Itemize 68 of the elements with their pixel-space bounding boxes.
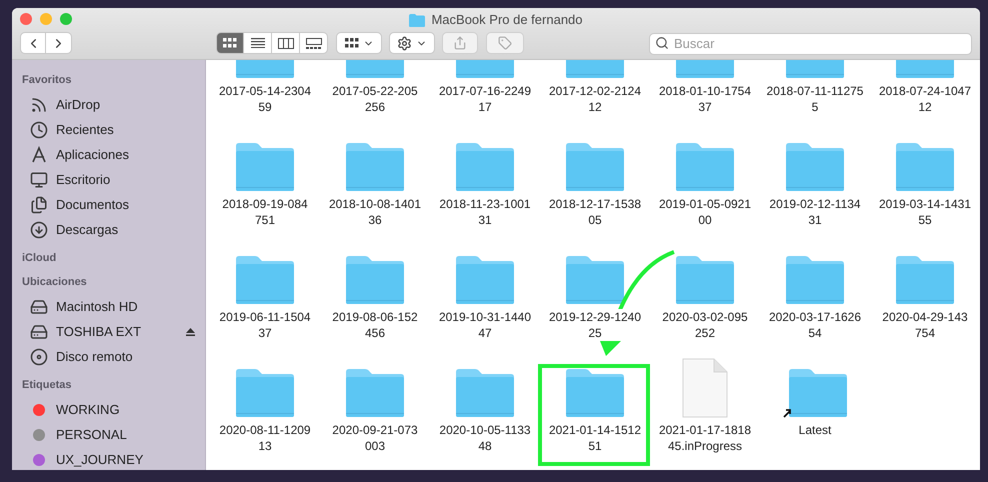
folder-icon [895, 255, 955, 305]
group-button[interactable] [336, 32, 382, 54]
drive-icon [30, 322, 48, 340]
shortcut-arrow-icon [782, 408, 792, 418]
hard-drive-icon [30, 298, 48, 316]
folder-icon [455, 255, 515, 305]
sidebar-item[interactable]: Disco remoto [22, 344, 205, 369]
folder-icon [235, 368, 295, 418]
sidebar-item[interactable]: Macintosh HD [22, 294, 205, 319]
monitor-icon [30, 170, 48, 188]
airdrop-icon [30, 96, 48, 114]
sidebar-item[interactable]: Recientes [22, 117, 205, 142]
sidebar-heading: Etiquetas [22, 378, 73, 393]
clock-icon [30, 120, 48, 138]
folder-icon [565, 142, 625, 192]
folder-icon [455, 368, 515, 418]
view-mode-button[interactable] [244, 32, 272, 54]
window-title: MacBook Pro de fernando [431, 11, 583, 30]
apps-icon [30, 146, 48, 164]
folder-icon [565, 368, 625, 418]
folder-icon [788, 368, 848, 418]
tag-icon [498, 36, 512, 50]
sidebar-item[interactable]: Documentos [22, 192, 205, 217]
search-field[interactable]: Buscar [649, 32, 972, 54]
folder-icon [235, 255, 295, 305]
gear-icon [397, 36, 412, 50]
back-button[interactable] [20, 32, 46, 54]
folder-icon [895, 142, 955, 192]
forward-button[interactable] [46, 32, 72, 54]
disc-icon [30, 348, 48, 366]
eject-icon[interactable] [186, 328, 195, 336]
folder-icon [235, 142, 295, 192]
sidebar-item[interactable]: WORKING [22, 397, 205, 422]
sidebar-item[interactable]: UX_JOURNEY [22, 447, 205, 470]
grid-icon [223, 38, 237, 48]
list-icon [250, 38, 264, 48]
download-icon [30, 220, 48, 238]
grid-icon [344, 38, 358, 48]
folder-icon [785, 142, 845, 192]
folder-icon [455, 142, 515, 192]
sidebar-item[interactable]: Escritorio [22, 167, 205, 192]
settings-button[interactable] [389, 32, 435, 54]
folder-icon [675, 255, 735, 305]
search-icon [655, 36, 669, 50]
file-name[interactable]: 2019-12-29-1240 25 [548, 309, 642, 341]
folder-icon [785, 255, 845, 305]
folder-icon [409, 14, 426, 26]
folder-icon [675, 142, 735, 192]
sidebar-item[interactable]: AirDrop [22, 92, 205, 117]
sidebar-item[interactable]: Aplicaciones [22, 142, 205, 167]
view-mode-button[interactable] [272, 32, 300, 54]
view-mode-button[interactable] [300, 32, 328, 54]
view-mode-button[interactable] [216, 32, 244, 54]
documents-icon [30, 196, 48, 214]
sidebar-heading: Favoritos [22, 73, 73, 88]
document-icon [682, 358, 728, 418]
folder-icon [345, 368, 405, 418]
columns-icon [278, 38, 294, 48]
sidebar-item[interactable]: Descargas [22, 217, 205, 242]
folder-icon [345, 255, 405, 305]
sidebar-item[interactable]: PERSONAL [22, 422, 205, 447]
folder-icon [345, 142, 405, 192]
share-icon [453, 36, 467, 50]
gallery-icon [306, 38, 322, 48]
folder-icon [565, 255, 625, 305]
sidebar-heading: Ubicaciones [22, 275, 88, 290]
sidebar-item[interactable]: TOSHIBA EXT [22, 319, 205, 344]
sidebar-heading: iCloud [22, 251, 58, 266]
